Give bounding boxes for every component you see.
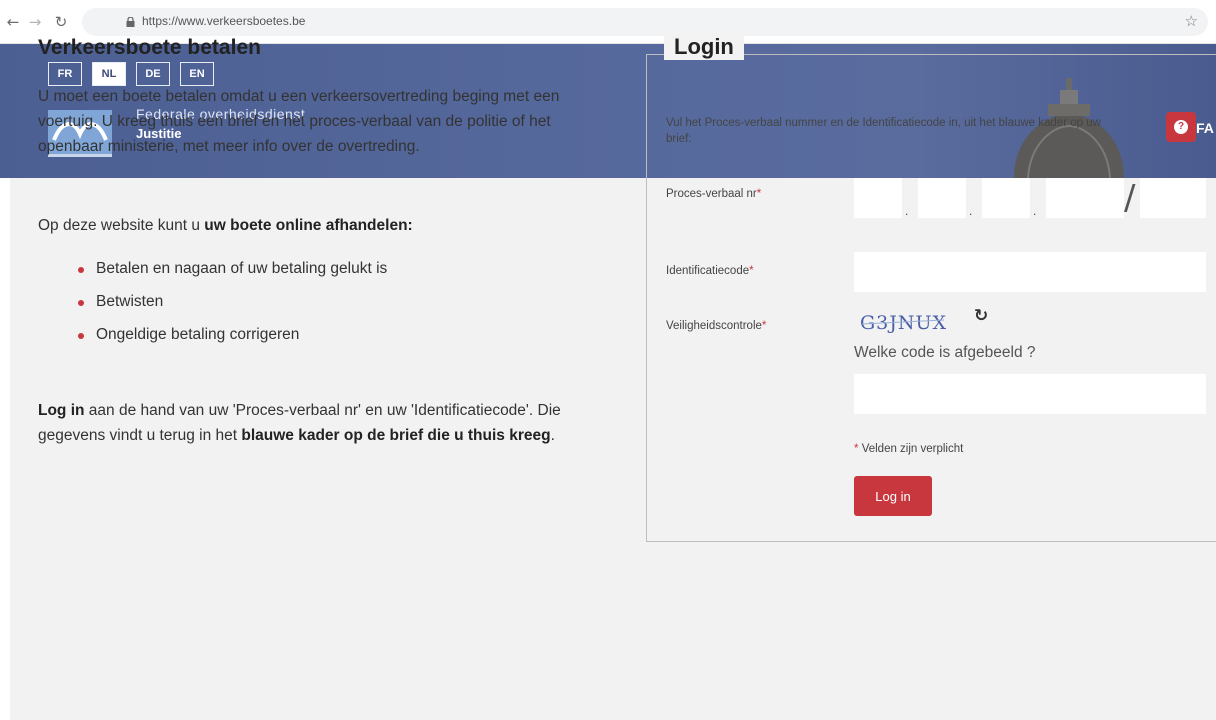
- pv-label: Proces-verbaal nr*: [666, 188, 761, 200]
- lang-de[interactable]: DE: [136, 62, 170, 86]
- captcha-input[interactable]: [854, 374, 1206, 414]
- pv-separator: .: [1033, 204, 1037, 218]
- pv-input-part3[interactable]: [982, 178, 1030, 218]
- language-switcher: FR NL DE EN: [48, 62, 214, 86]
- required-marker: *: [761, 320, 767, 332]
- options-intro-text: Op deze website kunt u: [38, 217, 205, 234]
- pv-input-part4[interactable]: [1046, 178, 1124, 218]
- refresh-captcha-icon[interactable]: ↻: [974, 306, 988, 326]
- required-fields-note: * Velden zijn verplicht: [854, 443, 963, 455]
- list-item: Betalen en nagaan of uw betaling gelukt …: [76, 258, 387, 291]
- identification-code-input[interactable]: [854, 252, 1206, 292]
- captcha-image: G3JNUX: [860, 312, 946, 334]
- pv-input-part5[interactable]: [1140, 178, 1206, 218]
- pv-input-part1[interactable]: [854, 178, 902, 218]
- identification-label: Identificatiecode*: [666, 265, 754, 277]
- help-button[interactable]: ?: [1166, 112, 1196, 142]
- required-marker: *: [749, 265, 754, 277]
- login-description: Vul het Proces-verbaal nummer en de Iden…: [666, 117, 1101, 145]
- pv-separator: .: [969, 204, 973, 218]
- login-instructions-text2: .: [550, 427, 555, 444]
- url-text[interactable]: https://www.verkeersboetes.be: [142, 14, 305, 28]
- pv-slash-separator: /: [1124, 178, 1136, 218]
- lang-nl[interactable]: NL: [92, 62, 126, 86]
- required-marker: *: [756, 188, 762, 200]
- lock-icon: [126, 17, 135, 27]
- list-item: Betwisten: [76, 291, 387, 324]
- back-arrow-icon[interactable]: ←: [4, 13, 22, 31]
- help-icon: ?: [1174, 120, 1188, 134]
- login-instructions: Log in aan de hand van uw 'Proces-verbaa…: [38, 398, 618, 448]
- login-legend: Login: [664, 34, 744, 60]
- required-fields-note-text: Velden zijn verplicht: [861, 443, 964, 455]
- login-instructions-bold2: blauwe kader op de brief die u thuis kre…: [241, 427, 551, 444]
- page-title: Verkeersboete betalen: [38, 36, 261, 59]
- login-button[interactable]: Log in: [854, 476, 932, 516]
- list-item: Ongeldige betaling corrigeren: [76, 324, 387, 357]
- pv-input-part2[interactable]: [918, 178, 966, 218]
- options-list: Betalen en nagaan of uw betaling gelukt …: [76, 258, 387, 357]
- forward-arrow-icon[interactable]: →: [26, 13, 44, 31]
- pv-label-text: Proces-verbaal nr: [666, 188, 757, 200]
- options-intro-bold: uw boete online afhandelen:: [204, 217, 413, 234]
- captcha-question: Welke code is afgebeeld ?: [854, 344, 1036, 361]
- captcha-label: Veiligheidscontrole*: [666, 320, 766, 332]
- pv-separator: .: [905, 204, 909, 218]
- identification-label-text: Identificatiecode: [666, 265, 750, 277]
- required-marker: *: [854, 443, 859, 455]
- lang-fr[interactable]: FR: [48, 62, 82, 86]
- reload-icon[interactable]: ↻: [52, 13, 70, 31]
- lang-en[interactable]: EN: [180, 62, 214, 86]
- captcha-label-text: Veiligheidscontrole: [666, 320, 762, 332]
- intro-paragraph: U moet een boete betalen omdat u een ver…: [38, 88, 560, 155]
- address-bar[interactable]: https://www.verkeersboetes.be ☆: [82, 8, 1208, 36]
- login-instructions-bold1: Log in: [38, 402, 85, 419]
- star-icon[interactable]: ☆: [1185, 12, 1198, 30]
- options-intro: Op deze website kunt u uw boete online a…: [38, 217, 413, 235]
